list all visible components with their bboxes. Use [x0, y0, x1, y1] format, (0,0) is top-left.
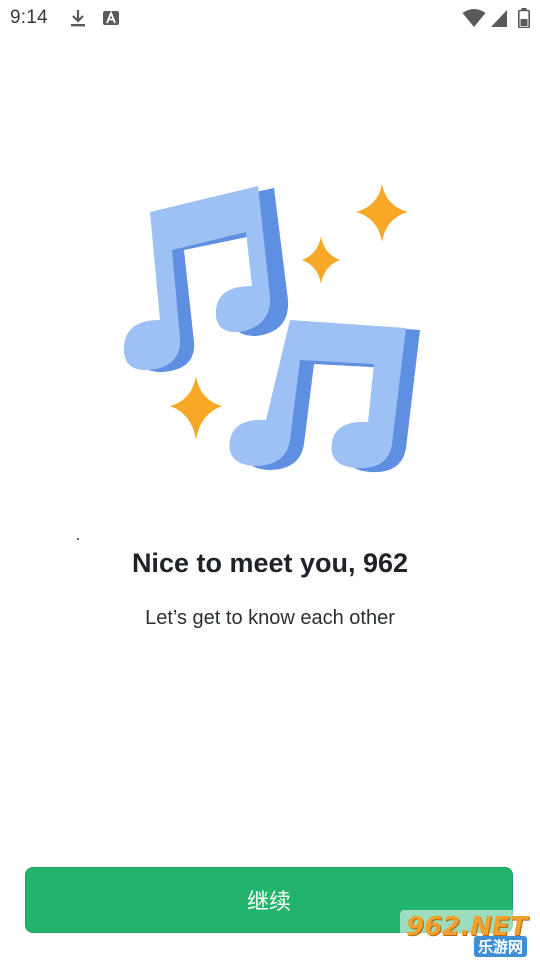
sparkle-icon [302, 236, 340, 284]
page-title: Nice to meet you, 962 [131, 548, 409, 578]
music-note-back-icon [123, 186, 289, 372]
signal-icon [491, 10, 507, 27]
page-subtitle: Let’s get to know each other [145, 607, 395, 629]
music-notes-illustration [123, 184, 420, 473]
text-a-icon [103, 10, 119, 25]
music-note-front-icon [229, 320, 420, 473]
status-bar: 9:14 [0, 0, 540, 36]
watermark-logo: 962.NET 乐游网 [400, 910, 538, 958]
sparkle-icon [170, 376, 222, 440]
download-icon [71, 10, 85, 27]
battery-icon [518, 8, 530, 28]
status-time: 9:14 [10, 7, 48, 28]
sparkle-icon [356, 184, 408, 242]
stray-dot [77, 538, 79, 540]
wifi-icon [462, 9, 486, 27]
watermark-sub: 乐游网 [474, 936, 528, 957]
